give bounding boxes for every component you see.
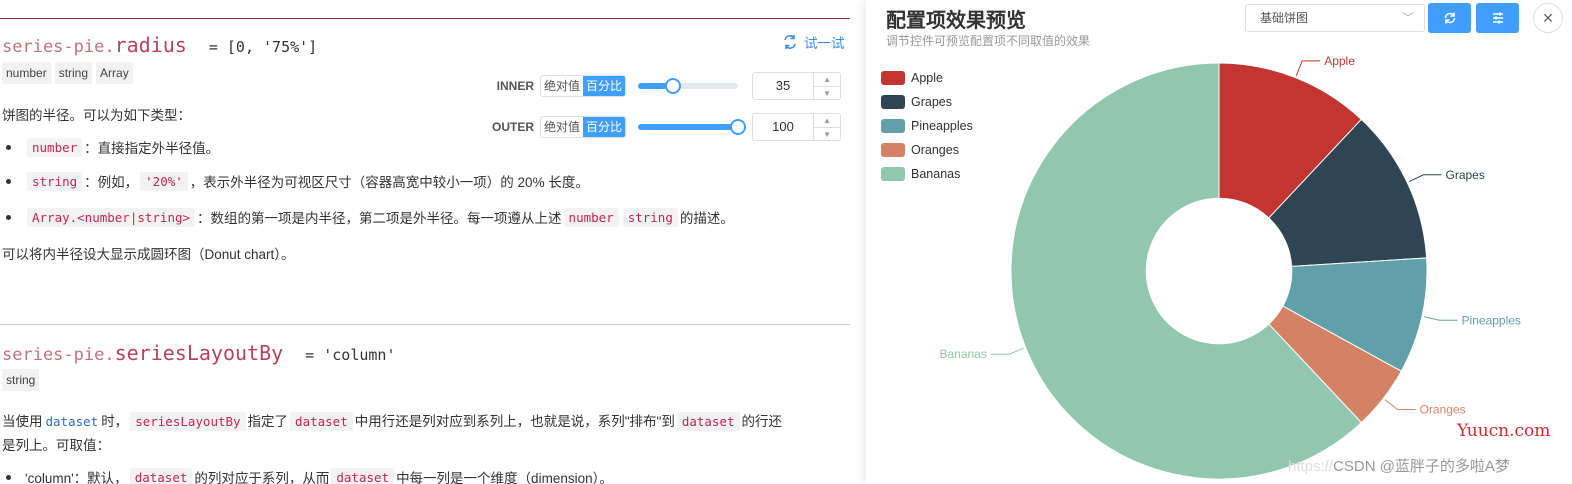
label-line [990, 347, 1024, 355]
slice-label: Apple [1324, 54, 1355, 68]
slice-label: Grapes [1445, 168, 1484, 182]
slice-label: Bananas [939, 347, 986, 361]
watermark-credit-text: CSDN @蓝胖子的多啦A梦 [1333, 458, 1510, 475]
label-line [1384, 399, 1416, 411]
slice-label: Oranges [1420, 403, 1466, 417]
label-line [1423, 316, 1458, 321]
watermark-credit: https://CSDN @蓝胖子的多啦A梦 [1288, 458, 1510, 475]
label-line [1408, 174, 1442, 183]
label-line [1295, 60, 1321, 76]
slice-label: Pineapples [1462, 313, 1521, 327]
pie-chart: Apple Grapes Pineapples Oranges Bananas [939, 54, 1521, 480]
watermark-site: Yuucn.com [1457, 421, 1551, 441]
